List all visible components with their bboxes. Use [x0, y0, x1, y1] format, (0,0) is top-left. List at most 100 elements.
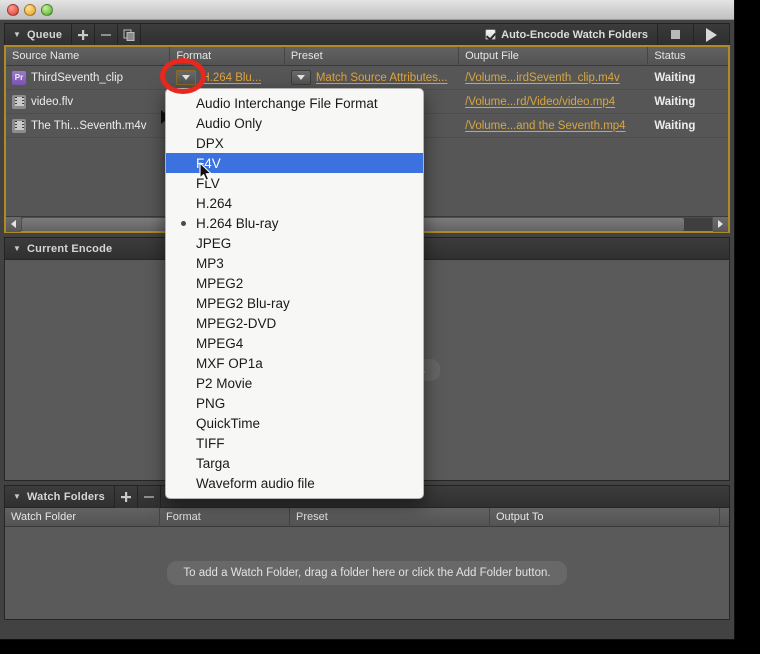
column-header-status[interactable]: Status	[648, 47, 728, 66]
menu-item-mp3[interactable]: MP3	[166, 253, 423, 273]
menu-item-p2-movie[interactable]: P2 Movie	[166, 373, 423, 393]
menu-item-mpeg2-blu-ray[interactable]: MPEG2 Blu-ray	[166, 293, 423, 313]
auto-encode-label: Auto-Encode Watch Folders	[501, 28, 648, 41]
menu-item-quicktime[interactable]: QuickTime	[166, 413, 423, 433]
menu-item-label: JPEG	[196, 235, 232, 251]
cell-source-name: The Thi...Seventh.m4v	[6, 114, 170, 138]
watch-folders-panel: ▼ Watch Folders Watch Folder Format Pres…	[4, 485, 730, 620]
cell-status: Waiting	[648, 114, 728, 138]
watch-folders-column-headers: Watch Folder Format Preset Output To	[5, 507, 729, 527]
column-header-spacer	[720, 508, 729, 527]
cell-format: H.264 Blu...	[170, 66, 285, 90]
menu-item-tiff[interactable]: TIFF	[166, 433, 423, 453]
chevron-down-icon[interactable]: ▼	[11, 491, 23, 503]
menu-item-label: H.264	[196, 195, 233, 211]
column-header-preset[interactable]: Preset	[290, 507, 490, 527]
minimize-icon[interactable]	[24, 4, 36, 16]
queue-header-right: Auto-Encode Watch Folders	[479, 23, 729, 46]
output-file-link[interactable]: /Volume...and the Seventh.mp4	[465, 120, 625, 132]
menu-item-mpeg2-dvd[interactable]: MPEG2-DVD	[166, 313, 423, 333]
menu-item-mpeg2[interactable]: MPEG2	[166, 273, 423, 293]
selected-bullet-icon	[181, 221, 186, 226]
cell-status: Waiting	[648, 90, 728, 114]
column-header-output-file[interactable]: Output File	[459, 46, 649, 66]
column-header-watch-folder[interactable]: Watch Folder	[5, 507, 160, 527]
menu-item-label: MXF OP1a	[196, 355, 263, 371]
source-name-text: video.flv	[31, 95, 74, 108]
current-encode-title: Current Encode	[27, 242, 113, 255]
menu-item-mxf-op1a[interactable]: MXF OP1a	[166, 353, 423, 373]
stop-icon	[671, 30, 680, 39]
remove-source-button[interactable]	[95, 23, 118, 46]
column-header-output-to[interactable]: Output To	[490, 507, 720, 527]
remove-watch-folder-button[interactable]	[137, 485, 160, 508]
chevron-down-icon[interactable]: ▼	[11, 29, 23, 41]
format-value[interactable]: H.264 Blu...	[201, 72, 261, 84]
column-header-format[interactable]: Format	[170, 46, 285, 66]
media-encoder-window: ▼ Queue Auto-Encode Watch Folders Source…	[0, 0, 735, 640]
media-file-icon	[12, 118, 26, 133]
premiere-pro-icon: Pr	[12, 70, 26, 85]
zoom-icon[interactable]	[41, 4, 53, 16]
menu-item-h-264-blu-ray[interactable]: H.264 Blu-ray	[166, 213, 423, 233]
cell-source-name: video.flv	[6, 90, 170, 114]
app-root: ▼ Queue Auto-Encode Watch Folders Source…	[0, 0, 760, 654]
menu-item-jpeg[interactable]: JPEG	[166, 233, 423, 253]
cell-output-file: /Volume...rd/Video/video.mp4	[459, 90, 648, 114]
add-source-button[interactable]	[72, 23, 95, 46]
duplicate-source-button[interactable]	[118, 23, 141, 46]
cell-preset: Match Source Attributes...	[285, 66, 459, 90]
menu-item-audio-interchange-file-format[interactable]: Audio Interchange File Format	[166, 93, 423, 113]
queue-column-headers: Source Name Format Preset Output File St…	[6, 46, 728, 66]
stop-queue-button[interactable]	[657, 23, 693, 46]
menu-item-label: MPEG2 Blu-ray	[196, 295, 290, 311]
format-dropdown-menu[interactable]: Audio Interchange File Format Audio Only D…	[165, 88, 424, 499]
cell-source-name: Pr ThirdSeventh_clip	[6, 66, 170, 90]
watch-folders-drop-area[interactable]: To add a Watch Folder, drag a folder her…	[5, 527, 729, 619]
preset-dropdown-button[interactable]	[290, 70, 311, 85]
minus-icon	[101, 33, 112, 36]
menu-item-png[interactable]: PNG	[166, 393, 423, 413]
start-queue-button[interactable]	[693, 23, 729, 46]
column-header-preset[interactable]: Preset	[285, 46, 460, 66]
queue-panel-header: ▼ Queue Auto-Encode Watch Folders	[4, 23, 730, 46]
queue-title: Queue	[27, 28, 63, 41]
divider	[159, 485, 161, 508]
checkbox-icon	[485, 29, 497, 40]
menu-item-label: DPX	[196, 135, 224, 151]
menu-item-mpeg4[interactable]: MPEG4	[166, 333, 423, 353]
menu-item-targa[interactable]: Targa	[166, 453, 423, 473]
menu-item-label: F4V	[196, 155, 221, 171]
minus-icon	[143, 495, 154, 498]
column-header-source-name[interactable]: Source Name	[6, 46, 171, 66]
output-file-link[interactable]: /Volume...rd/Video/video.mp4	[465, 96, 615, 108]
menu-item-label: MPEG4	[196, 335, 244, 351]
menu-item-f4v[interactable]: F4V	[166, 153, 423, 173]
table-row[interactable]: Pr ThirdSeventh_clip H.264 Blu... Match …	[6, 66, 728, 90]
scroll-right-arrow-icon[interactable]	[713, 216, 728, 232]
traffic-lights	[7, 4, 53, 16]
format-dropdown-button[interactable]	[176, 70, 197, 85]
chevron-down-icon[interactable]: ▼	[11, 243, 23, 255]
status-badge: Waiting	[654, 119, 696, 132]
menu-item-flv[interactable]: FLV	[166, 173, 423, 193]
close-icon[interactable]	[7, 4, 19, 16]
watch-folders-title: Watch Folders	[27, 490, 105, 503]
output-file-link[interactable]: /Volume...irdSeventh_clip.m4v	[465, 72, 620, 84]
cell-output-file: /Volume...and the Seventh.mp4	[459, 114, 648, 138]
status-badge: Waiting	[654, 95, 696, 108]
status-badge: Waiting	[654, 71, 696, 84]
add-watch-folder-button[interactable]	[114, 485, 137, 508]
scroll-left-arrow-icon[interactable]	[6, 216, 21, 232]
watch-folders-empty-message: To add a Watch Folder, drag a folder her…	[167, 561, 567, 585]
menu-item-dpx[interactable]: DPX	[166, 133, 423, 153]
column-header-format[interactable]: Format	[160, 507, 290, 527]
chevron-down-icon	[296, 75, 305, 80]
watch-folders-table: Watch Folder Format Preset Output To To …	[4, 507, 730, 620]
auto-encode-watch-folders-checkbox[interactable]: Auto-Encode Watch Folders	[479, 24, 657, 46]
plus-icon	[78, 29, 89, 40]
preset-value[interactable]: Match Source Attributes...	[316, 72, 448, 84]
menu-item-h-264[interactable]: H.264	[166, 193, 423, 213]
menu-item-audio-only[interactable]: Audio Only	[166, 113, 423, 133]
menu-item-waveform-audio-file[interactable]: Waveform audio file	[166, 473, 423, 493]
